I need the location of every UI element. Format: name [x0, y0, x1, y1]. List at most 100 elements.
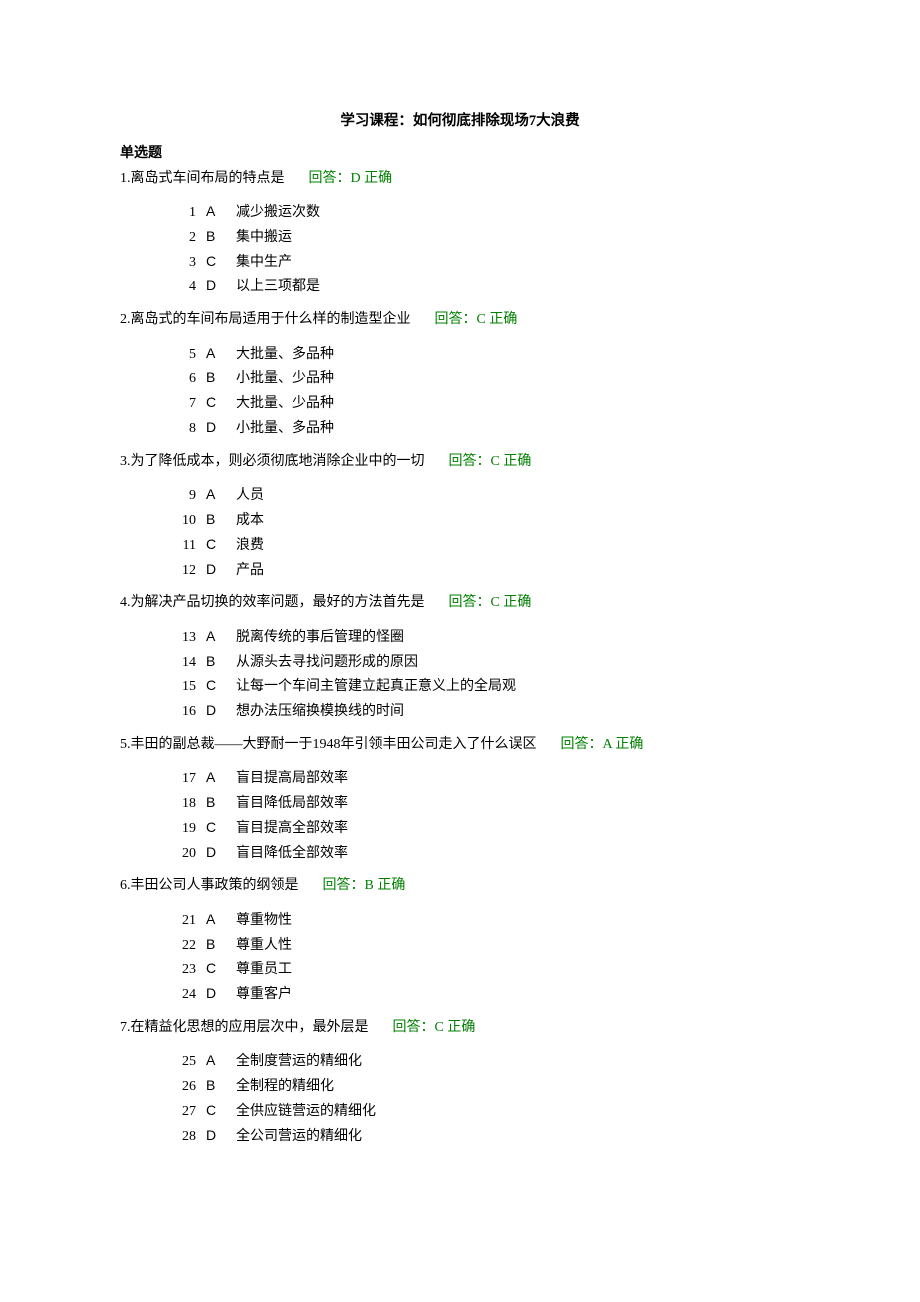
option-number: 7 — [168, 392, 196, 416]
option-number: 9 — [168, 484, 196, 508]
option-text: 想办法压缩换模换线的时间 — [236, 700, 800, 724]
option-row: 10 B 成本 — [168, 508, 800, 533]
option-row: 14B从源头去寻找问题形成的原因 — [168, 650, 800, 675]
option-text: 大批量、多品种 — [236, 343, 800, 367]
option-row: 16 D 想办法压缩换模换线的时间 — [168, 699, 800, 724]
option-text: 人员 — [236, 484, 800, 508]
option-letter: A — [206, 483, 226, 507]
option-letter: B — [206, 791, 226, 815]
option-row: 12 D 产品 — [168, 558, 800, 583]
option-number: 12 — [168, 559, 196, 583]
option-letter: B — [206, 1074, 226, 1098]
options-list: 1A减少搬运次数2B集中搬运3C集中生产4D以上三项都是 — [168, 200, 800, 299]
options-list: 13A脱离传统的事后管理的怪圈14B从源头去寻找问题形成的原因15C让每一个车间… — [168, 625, 800, 724]
option-letter: D — [206, 699, 226, 723]
option-text: 产品 — [236, 559, 800, 583]
option-row: 9A 人员 — [168, 483, 800, 508]
option-row: 26 B 全制程的精细化 — [168, 1074, 800, 1099]
answer-note: 回答：B 正确 — [323, 878, 406, 893]
option-row: 18B盲目降低局部效率 — [168, 791, 800, 816]
option-letter: A — [206, 200, 226, 224]
option-text: 全供应链营运的精细化 — [236, 1100, 800, 1124]
option-number: 18 — [168, 792, 196, 816]
option-text: 小批量、多品种 — [236, 417, 800, 441]
option-letter: B — [206, 508, 226, 532]
option-letter: A — [206, 342, 226, 366]
option-number: 28 — [168, 1125, 196, 1149]
option-text: 全公司营运的精细化 — [236, 1125, 800, 1149]
option-number: 4 — [168, 275, 196, 299]
question-stem: 1.离岛式车间布局的特点是 — [120, 171, 285, 186]
option-row: 27C全供应链营运的精细化 — [168, 1099, 800, 1124]
option-text: 全制程的精细化 — [236, 1075, 800, 1099]
question-stem: 7.在精益化思想的应用层次中，最外层是 — [120, 1020, 369, 1035]
option-letter: C — [206, 816, 226, 840]
option-letter: D — [206, 558, 226, 582]
option-text: 盲目提高局部效率 — [236, 767, 800, 791]
option-number: 15 — [168, 675, 196, 699]
question-line: 2.离岛式的车间布局适用于什么样的制造型企业回答：C 正确 — [120, 309, 800, 331]
option-number: 10 — [168, 509, 196, 533]
question-stem: 6.丰田公司人事政策的纲领是 — [120, 878, 299, 893]
option-text: 盲目提高全部效率 — [236, 817, 800, 841]
option-row: 7C 大批量、少品种 — [168, 391, 800, 416]
option-text: 大批量、少品种 — [236, 392, 800, 416]
answer-note: 回答：A 正确 — [561, 737, 644, 752]
option-text: 尊重客户 — [236, 983, 800, 1007]
option-text: 浪费 — [236, 534, 800, 558]
option-letter: D — [206, 982, 226, 1006]
option-number: 11 — [168, 534, 196, 558]
option-row: 23 C 尊重员工 — [168, 957, 800, 982]
answer-note: 回答：C 正确 — [449, 454, 532, 469]
option-text: 成本 — [236, 509, 800, 533]
option-number: 26 — [168, 1075, 196, 1099]
option-row: 8D小批量、多品种 — [168, 416, 800, 441]
option-row: 3C集中生产 — [168, 250, 800, 275]
option-number: 13 — [168, 626, 196, 650]
question-line: 1.离岛式车间布局的特点是回答：D 正确 — [120, 168, 800, 190]
option-row: 28D全公司营运的精细化 — [168, 1124, 800, 1149]
option-letter: B — [206, 933, 226, 957]
option-row: 25A全制度营运的精细化 — [168, 1049, 800, 1074]
option-number: 16 — [168, 700, 196, 724]
option-letter: B — [206, 225, 226, 249]
section-heading: 单选题 — [120, 143, 800, 165]
option-number: 23 — [168, 958, 196, 982]
question-stem: 3.为了降低成本，则必须彻底地消除企业中的一切 — [120, 454, 425, 469]
option-number: 6 — [168, 367, 196, 391]
option-number: 1 — [168, 201, 196, 225]
option-text: 脱离传统的事后管理的怪圈 — [236, 626, 800, 650]
option-letter: C — [206, 391, 226, 415]
option-letter: C — [206, 957, 226, 981]
question-line: 7.在精益化思想的应用层次中，最外层是 回答：C 正确 — [120, 1017, 800, 1039]
option-number: 2 — [168, 226, 196, 250]
question-line: 5.丰田的副总裁——大野耐一于1948年引领丰田公司走入了什么误区 回答：A 正确 — [120, 734, 800, 756]
question-stem: 5.丰田的副总裁——大野耐一于1948年引领丰田公司走入了什么误区 — [120, 737, 537, 752]
option-number: 3 — [168, 251, 196, 275]
option-letter: A — [206, 1049, 226, 1073]
option-number: 14 — [168, 651, 196, 675]
option-row: 15C让每一个车间主管建立起真正意义上的全局观 — [168, 674, 800, 699]
option-letter: A — [206, 908, 226, 932]
option-letter: A — [206, 766, 226, 790]
option-letter: D — [206, 416, 226, 440]
option-number: 25 — [168, 1050, 196, 1074]
option-number: 17 — [168, 767, 196, 791]
question-line: 3.为了降低成本，则必须彻底地消除企业中的一切 回答：C 正确 — [120, 451, 800, 473]
answer-note: 回答：C 正确 — [393, 1020, 476, 1035]
option-letter: D — [206, 274, 226, 298]
options-list: 5A大批量、多品种6B小批量、少品种7C大批量、少品种8D小批量、多品种 — [168, 342, 800, 441]
option-text: 集中搬运 — [236, 226, 800, 250]
answer-note: 回答：C 正确 — [449, 595, 532, 610]
answer-note: 回答：C 正确 — [435, 312, 518, 327]
option-text: 从源头去寻找问题形成的原因 — [236, 651, 800, 675]
question-line: 4.为解决产品切换的效率问题，最好的方法首先是回答：C 正确 — [120, 592, 800, 614]
option-letter: C — [206, 533, 226, 557]
option-number: 27 — [168, 1100, 196, 1124]
option-row: 13A脱离传统的事后管理的怪圈 — [168, 625, 800, 650]
questions-container: 1.离岛式车间布局的特点是回答：D 正确1A减少搬运次数2B集中搬运3C集中生产… — [120, 168, 800, 1149]
option-letter: C — [206, 250, 226, 274]
option-row: 1A减少搬运次数 — [168, 200, 800, 225]
option-text: 尊重人性 — [236, 934, 800, 958]
option-text: 尊重员工 — [236, 958, 800, 982]
